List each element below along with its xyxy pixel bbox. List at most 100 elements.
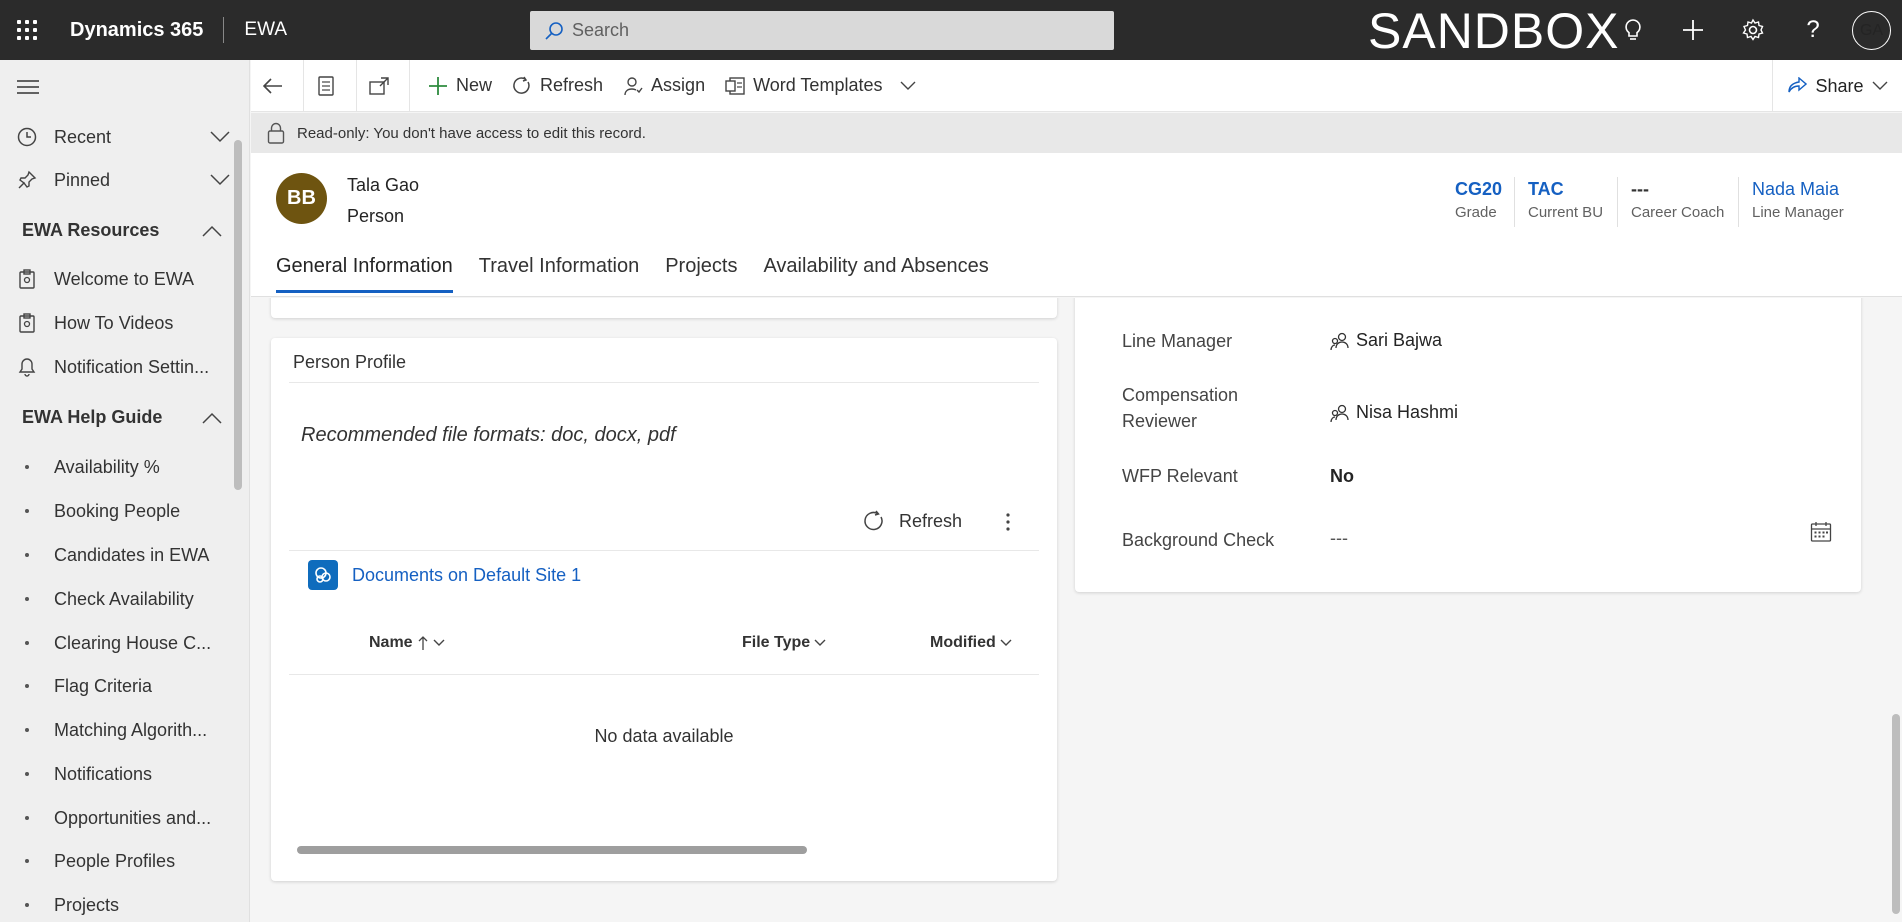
sidebar-item-help[interactable]: Opportunities and...	[0, 798, 240, 838]
sidebar-item-help[interactable]: Clearing House C...	[0, 623, 240, 663]
column-header-name[interactable]: Name	[369, 634, 445, 652]
word-templates-button[interactable]: Word Templates	[715, 60, 926, 112]
brand-name[interactable]: Dynamics 365	[70, 19, 203, 42]
read-only-banner: Read-only: You don't have access to edit…	[251, 113, 1902, 153]
sidebar-item-label: Flag Criteria	[54, 675, 153, 696]
sidebar-item-notification-settings[interactable]: Notification Settin...	[0, 347, 240, 387]
help-button[interactable]: ?	[1797, 14, 1829, 46]
sidebar-item-help[interactable]: Booking People	[0, 491, 240, 531]
sidebar-scrollbar[interactable]	[234, 140, 242, 490]
open-new-window-button[interactable]	[357, 60, 409, 112]
card-title: Person Profile	[293, 352, 407, 372]
sidebar-item-help[interactable]: Notifications	[0, 754, 240, 794]
tab-travel-information[interactable]: Travel Information	[479, 255, 639, 293]
sidebar-item-help[interactable]: Candidates in EWA	[0, 535, 240, 575]
key-field-value: Nada Maia	[1752, 179, 1840, 199]
previous-card-bottom	[271, 298, 1057, 318]
key-field-line-manager[interactable]: Nada Maia Line Manager	[1752, 179, 1844, 221]
new-button-top[interactable]	[1677, 14, 1709, 46]
clock-icon	[17, 127, 37, 147]
sidebar-item-pinned[interactable]: Pinned	[0, 160, 240, 200]
column-header-modified[interactable]: Modified	[930, 634, 1012, 652]
key-field-label: Current BU	[1528, 204, 1604, 221]
lookup-value: Nisa Hashmi	[1356, 402, 1459, 422]
sidebar-item-label: How To Videos	[54, 312, 174, 333]
field-value-wfp-relevant[interactable]: No	[1330, 466, 1354, 487]
field-value-compensation-reviewer[interactable]: Nisa Hashmi	[1330, 402, 1458, 423]
share-button[interactable]: Share	[1772, 60, 1902, 112]
chevron-down-icon	[210, 174, 230, 186]
question-icon: ?	[1806, 16, 1820, 43]
new-button[interactable]: New	[418, 60, 502, 112]
record-avatar: BB	[276, 173, 327, 224]
documents-location-link[interactable]: Documents on Default Site 1	[308, 560, 581, 590]
sidebar-section-ewa-resources[interactable]: EWA Resources	[22, 220, 222, 241]
key-field-label: Grade	[1455, 204, 1497, 221]
tab-projects[interactable]: Projects	[665, 255, 737, 293]
sidebar-section-ewa-help-guide[interactable]: EWA Help Guide	[22, 407, 222, 428]
back-button[interactable]	[251, 60, 303, 112]
environment-label: SANDBOX	[1368, 3, 1620, 59]
key-field-label: Career Coach	[1631, 204, 1725, 221]
app-name[interactable]: EWA	[244, 19, 287, 41]
assign-button[interactable]: Assign	[613, 60, 715, 112]
key-field-current-bu[interactable]: TAC Current BU	[1528, 179, 1603, 221]
field-label-line-manager: Line Manager	[1122, 331, 1233, 351]
sidebar-item-help[interactable]: Matching Algorith...	[0, 710, 240, 750]
sidebar-item-help[interactable]: Projects	[0, 885, 240, 922]
record-name: Tala Gao	[347, 175, 420, 195]
chevron-down-icon	[900, 81, 916, 90]
field-label-background-check: Background Check	[1122, 530, 1275, 550]
more-vertical-icon	[1006, 513, 1010, 531]
key-field-grade[interactable]: CG20 Grade	[1455, 179, 1502, 221]
sidebar-item-welcome[interactable]: Welcome to EWA	[0, 259, 240, 299]
form-view-button[interactable]	[304, 60, 356, 112]
sidebar-item-how-to-videos[interactable]: How To Videos	[0, 303, 240, 343]
share-label: Share	[1815, 75, 1864, 96]
documents-refresh-button[interactable]: Refresh	[863, 510, 962, 532]
sidebar-item-help[interactable]: Flag Criteria	[0, 666, 240, 706]
sidebar-item-label: Welcome to EWA	[54, 268, 195, 289]
hamburger-icon	[17, 80, 39, 94]
sidebar-item-label: Opportunities and...	[54, 807, 212, 828]
search-input[interactable]: Search	[530, 11, 1114, 50]
column-header-file-type[interactable]: File Type	[742, 634, 826, 652]
page-scrollbar[interactable]	[1892, 714, 1900, 914]
record-tabs: General Information Travel Information P…	[276, 255, 989, 293]
lightbulb-icon	[1625, 19, 1641, 40]
grid-horizontal-scrollbar[interactable]	[297, 846, 807, 854]
sidebar-item-label: Matching Algorith...	[54, 719, 208, 740]
section-title: EWA Resources	[22, 220, 160, 240]
sidebar-item-label: Availability %	[54, 456, 160, 477]
sidebar-item-recent[interactable]: Recent	[0, 117, 240, 157]
document-icon	[19, 269, 35, 289]
sidebar: Recent Pinned EWA Resources Welcome to E…	[0, 60, 250, 922]
sharepoint-icon	[308, 560, 338, 590]
sidebar-item-help[interactable]: Availability %	[0, 447, 240, 487]
empty-grid-message: No data available	[594, 726, 734, 746]
person-lookup-icon	[1330, 404, 1349, 422]
lightbulb-button[interactable]	[1617, 14, 1649, 46]
tab-availability-absences[interactable]: Availability and Absences	[763, 255, 988, 293]
sidebar-item-help[interactable]: Check Availability	[0, 579, 240, 619]
field-value-background-check[interactable]: ---	[1330, 528, 1348, 549]
search-placeholder: Search	[572, 20, 630, 40]
app-launcher-button[interactable]	[0, 0, 54, 60]
key-field-value: CG20	[1455, 179, 1503, 199]
sidebar-item-help[interactable]: People Profiles	[0, 841, 240, 881]
hamburger-button[interactable]	[17, 80, 39, 99]
settings-button[interactable]	[1737, 14, 1769, 46]
more-options-button[interactable]	[1005, 512, 1011, 537]
form-icon	[318, 75, 334, 96]
tab-general-information[interactable]: General Information	[276, 255, 453, 293]
lock-icon	[267, 122, 285, 144]
sidebar-item-label: Check Availability	[54, 588, 194, 609]
field-value-line-manager[interactable]: Sari Bajwa	[1330, 330, 1442, 351]
date-picker-button[interactable]	[1810, 521, 1832, 548]
key-field-career-coach: --- Career Coach	[1631, 179, 1724, 221]
bullet-icon	[25, 684, 29, 688]
title-divider	[223, 17, 225, 43]
refresh-button[interactable]: Refresh	[502, 60, 613, 112]
user-avatar-button[interactable]: GA	[1852, 11, 1891, 50]
bullet-icon	[25, 859, 29, 863]
